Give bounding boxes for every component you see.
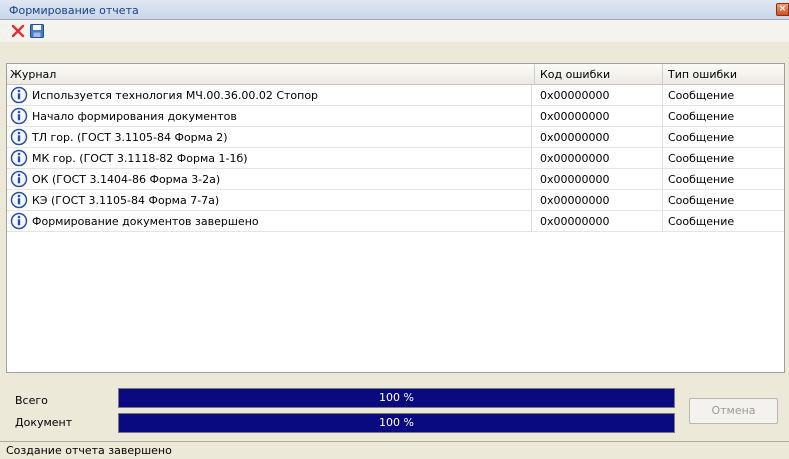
journal-table: Журнал Код ошибки Тип ошибки Используетс… (6, 63, 785, 373)
row-error-type: Сообщение (668, 173, 735, 186)
table-row[interactable]: Начало формирования документов 0x0000000… (7, 106, 784, 127)
progress-document-label: Документ (15, 416, 73, 429)
row-error-type: Сообщение (668, 131, 735, 144)
table-row[interactable]: ОК (ГОСТ 3.1404-86 Форма 3-2а) 0x0000000… (7, 169, 784, 190)
progress-document-text: 100 % (379, 416, 414, 429)
row-message: ТЛ гор. (ГОСТ 3.1105-84 Форма 2) (32, 127, 532, 148)
row-error-type: Сообщение (668, 152, 735, 165)
info-icon (10, 191, 28, 209)
column-header-journal[interactable]: Журнал (7, 64, 535, 85)
row-error-code: 0x00000000 (535, 85, 663, 106)
row-error-code: 0x00000000 (535, 127, 663, 148)
save-icon[interactable] (29, 23, 45, 39)
toolbar (0, 20, 789, 42)
row-message: ОК (ГОСТ 3.1404-86 Форма 3-2а) (32, 169, 532, 190)
row-message: Формирование документов завершено (32, 211, 532, 232)
row-error-type: Сообщение (668, 194, 735, 207)
status-text: Создание отчета завершено (6, 444, 172, 457)
row-error-type: Сообщение (668, 215, 735, 228)
report-window: Формирование отчета × Журнал Код ошибки … (0, 0, 789, 459)
row-message: Начало формирования документов (32, 106, 532, 127)
progress-total-text: 100 % (379, 391, 414, 404)
title-bar: Формирование отчета × (0, 0, 789, 20)
row-error-code: 0x00000000 (535, 106, 663, 127)
table-header: Журнал Код ошибки Тип ошибки (7, 64, 784, 85)
progress-total-label: Всего (15, 394, 48, 407)
status-bar: Создание отчета завершено (0, 441, 789, 459)
info-icon (10, 128, 28, 146)
table-row[interactable]: КЭ (ГОСТ 3.1105-84 Форма 7-7а) 0x0000000… (7, 190, 784, 211)
progress-total-bar: 100 % (118, 388, 675, 408)
table-row[interactable]: Формирование документов завершено 0x0000… (7, 211, 784, 232)
row-error-type: Сообщение (668, 89, 735, 102)
column-header-error-type[interactable]: Тип ошибки (663, 64, 786, 85)
info-icon (10, 170, 28, 188)
info-icon (10, 107, 28, 125)
info-icon (10, 212, 28, 230)
row-error-code: 0x00000000 (535, 211, 663, 232)
row-message: Используется технология МЧ.00.36.00.02 С… (32, 85, 532, 106)
row-error-code: 0x00000000 (535, 190, 663, 211)
info-icon (10, 86, 28, 104)
table-row[interactable]: МК гор. (ГОСТ 3.1118-82 Форма 1-1б) 0x00… (7, 148, 784, 169)
column-header-error-code[interactable]: Код ошибки (535, 64, 663, 85)
table-row[interactable]: Используется технология МЧ.00.36.00.02 С… (7, 85, 784, 106)
table-row[interactable]: ТЛ гор. (ГОСТ 3.1105-84 Форма 2) 0x00000… (7, 127, 784, 148)
row-error-code: 0x00000000 (535, 169, 663, 190)
row-error-code: 0x00000000 (535, 148, 663, 169)
row-error-type: Сообщение (668, 110, 735, 123)
progress-document-bar: 100 % (118, 413, 675, 433)
cancel-button[interactable]: Отмена (689, 398, 778, 424)
delete-icon[interactable] (10, 23, 26, 39)
window-title: Формирование отчета (9, 4, 139, 17)
row-message: КЭ (ГОСТ 3.1105-84 Форма 7-7а) (32, 190, 532, 211)
close-button[interactable]: × (776, 3, 789, 16)
row-message: МК гор. (ГОСТ 3.1118-82 Форма 1-1б) (32, 148, 532, 169)
info-icon (10, 149, 28, 167)
